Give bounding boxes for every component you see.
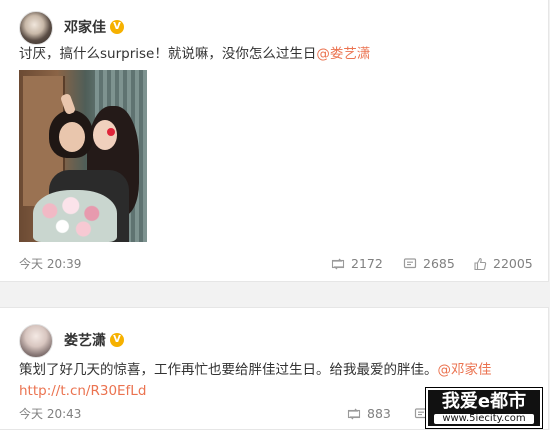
post-timestamp[interactable]: 今天 20:43 [19, 405, 81, 422]
repost-button[interactable]: 2172 [331, 256, 383, 271]
post-text: 讨厌，搞什么surprise！就说嘛，没你怎么过生日@娄艺潇 [19, 44, 539, 65]
repost-count: 2172 [351, 256, 383, 271]
repost-count: 883 [367, 406, 391, 421]
post-body: 讨厌，搞什么surprise！就说嘛，没你怎么过生日 [19, 46, 317, 62]
post-body: 策划了好几天的惊喜，工作再忙也要给胖佳过生日。给我最爱的胖佳。 [19, 362, 438, 378]
author-name[interactable]: 娄艺潇 V [64, 330, 124, 350]
comment-button[interactable]: 2685 [403, 256, 455, 271]
mention-link[interactable]: @娄艺潇 [316, 46, 370, 62]
watermark-title: 我爱e都市 [441, 391, 527, 412]
watermark-url: www.5iecity.com [434, 414, 534, 424]
site-watermark: 我爱e都市 www.5iecity.com [426, 388, 542, 428]
comment-icon [403, 257, 417, 268]
thumbs-up-icon [474, 257, 487, 270]
author-name[interactable]: 邓家佳 V [64, 17, 124, 37]
author-name-text[interactable]: 邓家佳 [64, 17, 106, 37]
verified-badge-icon: V [110, 333, 124, 347]
post-photo[interactable] [19, 70, 147, 242]
comment-count: 2685 [423, 256, 455, 271]
post-timestamp[interactable]: 今天 20:39 [19, 255, 81, 272]
repost-icon [331, 258, 345, 269]
mention-link[interactable]: @邓家佳 [438, 362, 492, 378]
verified-badge-icon: V [110, 20, 124, 34]
author-name-text[interactable]: 娄艺潇 [64, 330, 106, 350]
avatar[interactable] [19, 324, 53, 358]
like-count: 22005 [493, 256, 533, 271]
short-url-link[interactable]: http://t.cn/R30EfLd [19, 383, 146, 399]
repost-icon [347, 408, 361, 419]
avatar[interactable] [19, 11, 53, 45]
repost-button[interactable]: 883 [347, 406, 391, 421]
like-button[interactable]: 22005 [473, 256, 533, 271]
